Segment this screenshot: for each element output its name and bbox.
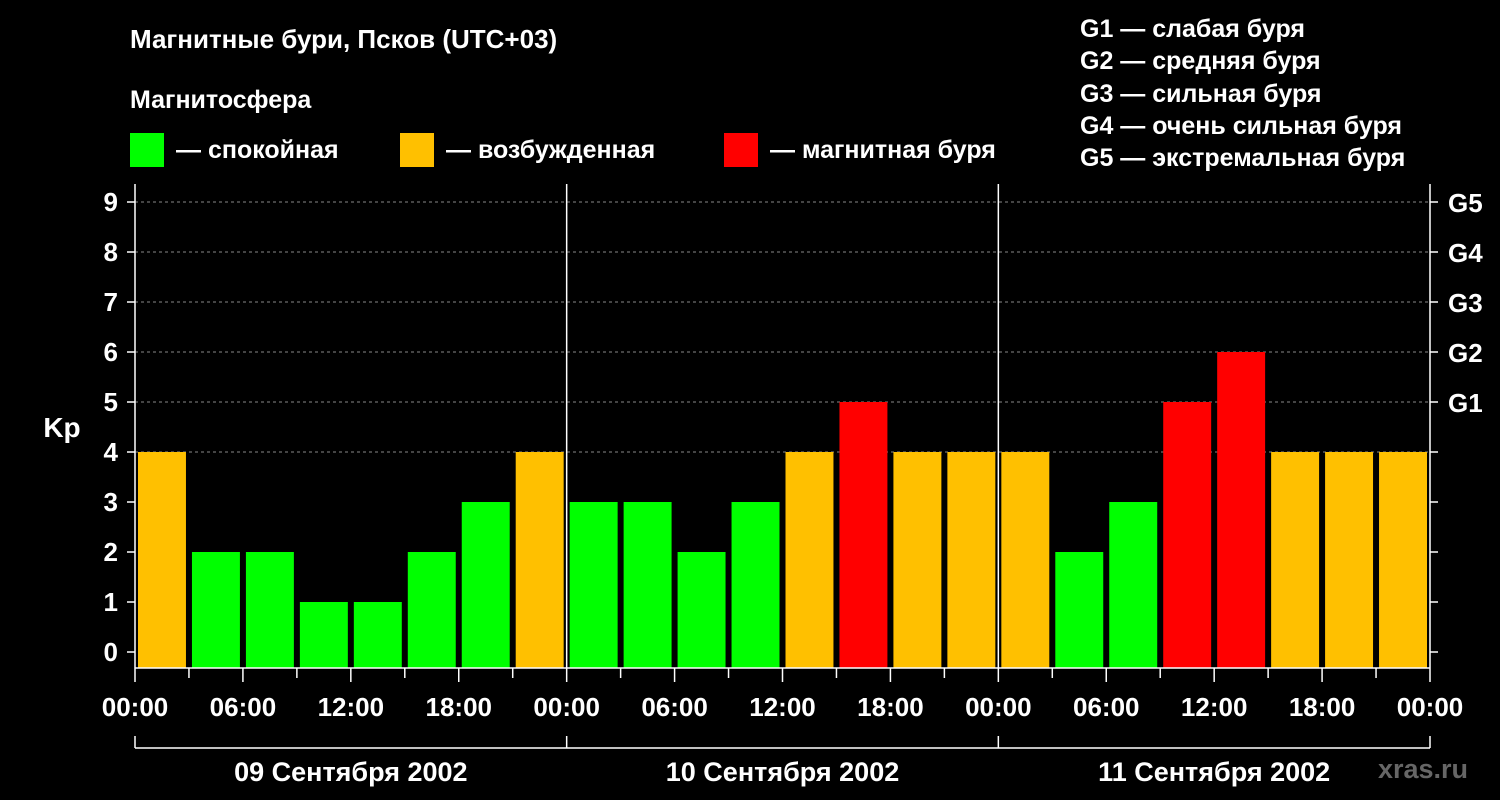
kp-bar (1055, 552, 1104, 668)
day-label: 10 Сентября 2002 (666, 757, 899, 787)
kp-bar (623, 502, 672, 668)
g-scale-axis-label: G2 (1448, 338, 1483, 368)
y-tick-label: 3 (104, 487, 118, 517)
kp-bar (1163, 402, 1212, 668)
watermark: xras.ru (1377, 754, 1468, 784)
g-scale-axis-label: G1 (1448, 388, 1483, 418)
g-scale-axis-label: G3 (1448, 288, 1483, 318)
x-tick-label: 00:00 (533, 692, 600, 722)
kp-bar (515, 452, 564, 668)
x-tick-label: 06:00 (1073, 692, 1140, 722)
kp-bar (731, 502, 780, 668)
kp-bar (1001, 452, 1050, 668)
kp-bar (677, 552, 726, 668)
y-tick-label: 1 (104, 587, 118, 617)
day-label: 11 Сентября 2002 (1098, 757, 1330, 787)
x-tick-label: 00:00 (1397, 692, 1464, 722)
y-tick-label: 0 (104, 637, 118, 667)
y-tick-label: 6 (104, 337, 118, 367)
kp-bar (893, 452, 942, 668)
kp-bar (407, 552, 456, 668)
kp-bar (569, 502, 618, 668)
y-tick-label: 9 (104, 187, 118, 217)
y-tick-label: 4 (104, 437, 119, 467)
kp-bar (353, 602, 402, 668)
g-scale-axis-label: G5 (1448, 188, 1483, 218)
x-tick-label: 18:00 (1289, 692, 1356, 722)
kp-bar (191, 552, 240, 668)
kp-bar (461, 502, 510, 668)
kp-bar-chart: 0 1 2 3 4 5 6 7 8 9 Kp G1 G2 G3 G4 G5 00:00 06:00 12:00 18:… (43, 184, 1483, 787)
x-tick-label: 12:00 (318, 692, 385, 722)
x-tick-label: 06:00 (641, 692, 708, 722)
x-tick-label: 18:00 (426, 692, 493, 722)
x-tick-label: 06:00 (210, 692, 277, 722)
kp-bar (299, 602, 348, 668)
x-tick-label: 00:00 (102, 692, 169, 722)
kp-bar (245, 552, 294, 668)
y-tick-label: 2 (104, 537, 118, 567)
day-label: 09 Сентября 2002 (234, 757, 467, 787)
x-tick-label: 00:00 (965, 692, 1032, 722)
kp-bar (1325, 452, 1374, 668)
g-scale-axis-label: G4 (1448, 238, 1483, 268)
kp-bar (1109, 502, 1158, 668)
y-tick-label: 8 (104, 237, 118, 267)
y-axis-label: Kp (43, 412, 80, 443)
x-tick-label: 12:00 (749, 692, 816, 722)
y-tick-label: 5 (104, 387, 118, 417)
kp-bar (785, 452, 834, 668)
kp-bar (947, 452, 996, 668)
x-tick-label: 12:00 (1181, 692, 1248, 722)
x-tick-label: 18:00 (857, 692, 924, 722)
kp-bar (1271, 452, 1320, 668)
kp-bar (138, 452, 186, 668)
kp-bar (1217, 352, 1266, 668)
kp-bar (1379, 452, 1427, 668)
kp-bar (839, 402, 888, 668)
y-tick-label: 7 (104, 287, 118, 317)
